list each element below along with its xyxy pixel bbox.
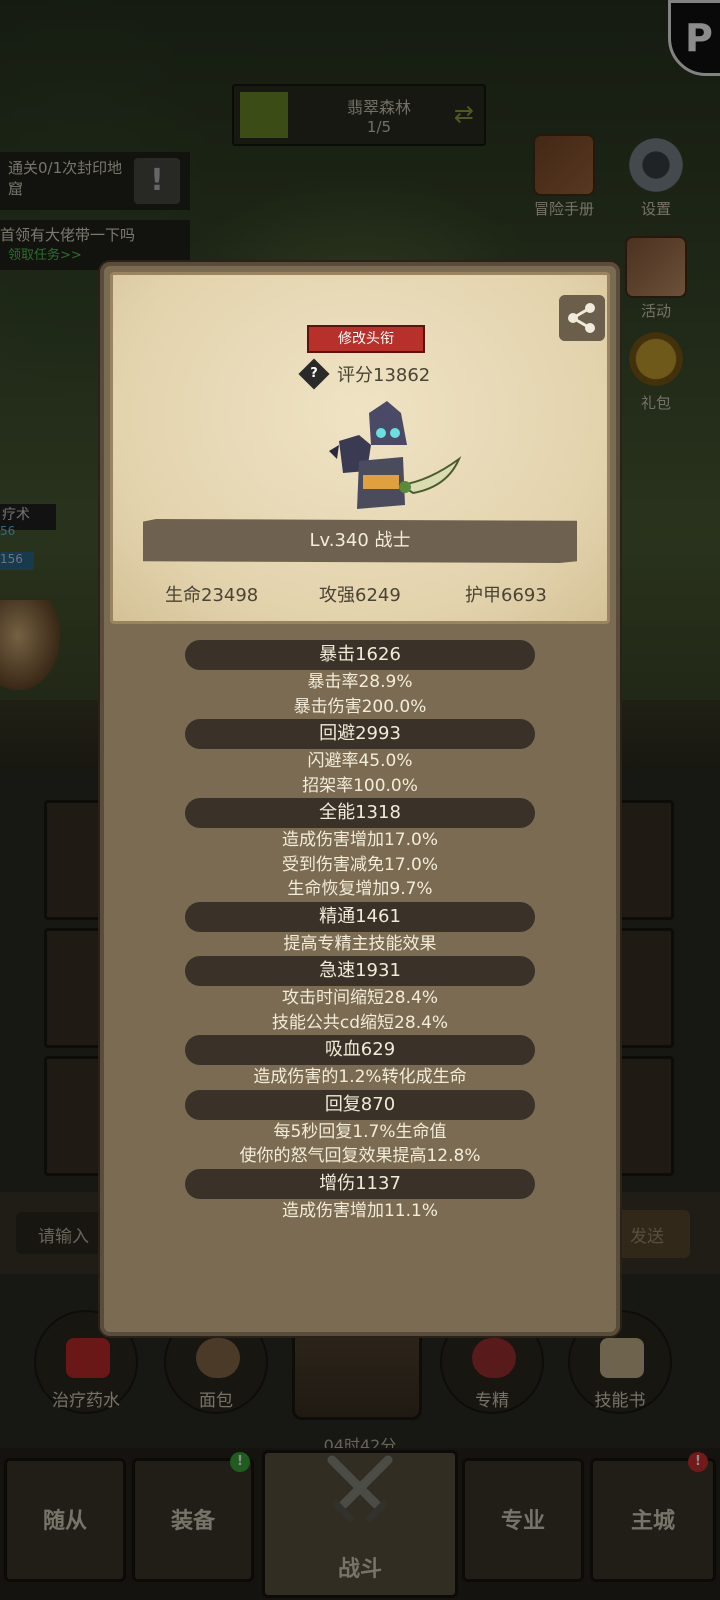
stat-header: 增伤1137 xyxy=(185,1168,535,1199)
stat-detail: 暴击伤害200.0% xyxy=(293,696,427,717)
help-icon-glyph: ? xyxy=(310,366,318,381)
stat-detail: 暴击率28.9% xyxy=(307,672,413,692)
share-icon[interactable] xyxy=(559,295,605,341)
warrior-avatar xyxy=(329,401,462,509)
hp-stat: 生命23498 xyxy=(165,585,259,606)
stat-detail: 攻击时间缩短28.4% xyxy=(281,988,438,1008)
stat-header: 急速1931 xyxy=(185,956,535,986)
stat-header: 精通1461 xyxy=(185,901,535,932)
character-card: 修改头衔 ? 评分13862 Lv.340 战士 生命23498 攻强6249 … xyxy=(110,272,610,624)
stat-detail: 技能公共cd缩短28.4% xyxy=(271,1012,449,1033)
attack-power-stat: 攻强6249 xyxy=(319,585,401,606)
stat-header: 回复870 xyxy=(185,1089,535,1120)
stat-detail: 造成伤害增加11.1% xyxy=(281,1200,438,1221)
stat-detail: 使你的怒气回复效果提高12.8% xyxy=(239,1146,481,1166)
score-value: 评分13862 xyxy=(337,365,431,386)
stat-header: 暴击1626 xyxy=(185,640,535,670)
stat-detail: 造成伤害增加17.0% xyxy=(281,830,438,850)
stat-header: 吸血629 xyxy=(185,1035,535,1065)
stat-detail: 生命恢复增加9.7% xyxy=(287,879,433,899)
stat-header: 全能1318 xyxy=(185,798,535,828)
stat-detail: 招架率100.0% xyxy=(302,775,418,796)
secondary-stats-list: 暴击1626 暴击率28.9% 暴击伤害200.0% 回避2993 闪避率45.0% 招架… xyxy=(104,640,616,1223)
armor-stat: 护甲6693 xyxy=(465,585,547,606)
character-stats-panel: 修改头衔 ? 评分13862 Lv.340 战士 生命23498 攻强6249 … xyxy=(100,262,620,1336)
stat-detail: 受到伤害减免17.0% xyxy=(281,854,438,875)
stat-detail: 闪避率45.0% xyxy=(307,751,413,771)
level-class: Lv.340 战士 xyxy=(143,519,577,563)
stat-detail: 每5秒回复1.7%生命值 xyxy=(273,1121,447,1142)
stat-detail: 提高专精主技能效果 xyxy=(283,933,437,954)
stat-detail: 造成伤害的1.2%转化成生命 xyxy=(253,1067,467,1087)
stat-header: 回避2993 xyxy=(185,719,535,749)
edit-title-button[interactable]: 修改头衔 xyxy=(307,325,425,353)
